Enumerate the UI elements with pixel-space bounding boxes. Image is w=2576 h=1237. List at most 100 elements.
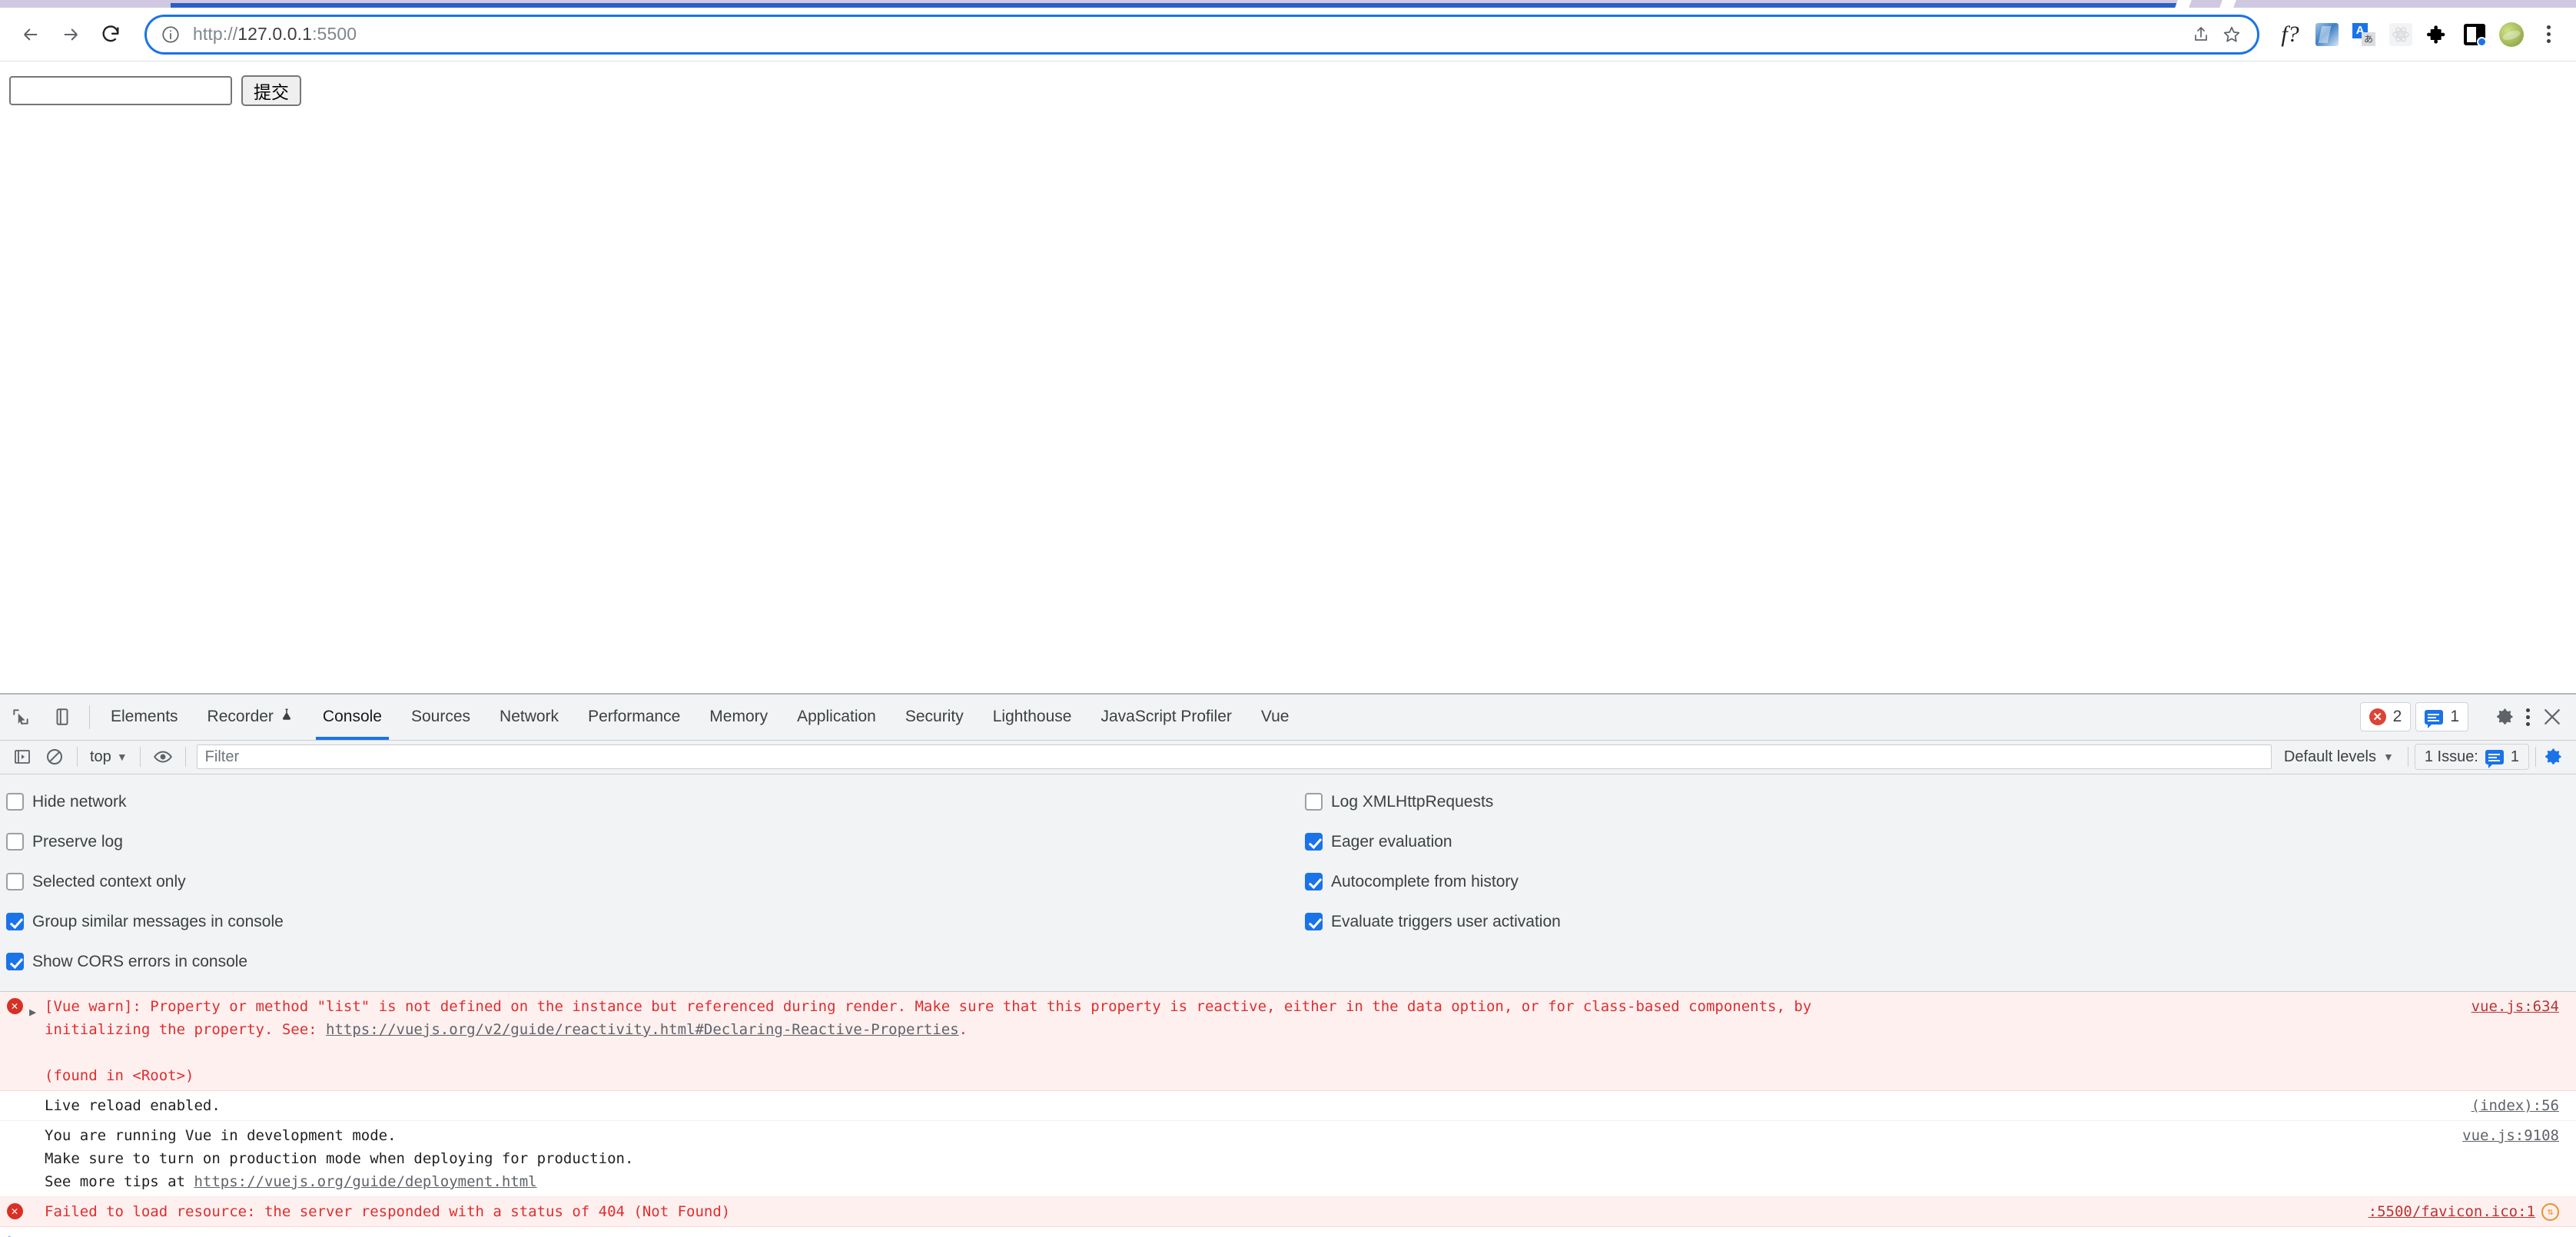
console-message-log[interactable]: Live reload enabled. (index):56 xyxy=(0,1091,2576,1121)
expand-arrow-icon[interactable]: ▶ xyxy=(29,995,45,1023)
context-selector[interactable]: top ▼ xyxy=(84,748,134,766)
checkbox[interactable] xyxy=(6,833,24,851)
setting-autocomplete-from-history[interactable]: Autocomplete from history xyxy=(1305,862,2576,902)
tab-security[interactable]: Security xyxy=(891,695,978,740)
fq-extension-label: f? xyxy=(2281,21,2299,47)
setting-group-similar-messages[interactable]: Group similar messages in console xyxy=(6,902,1299,942)
tab-performance[interactable]: Performance xyxy=(573,695,695,740)
live-expression-eye-icon[interactable] xyxy=(147,741,179,773)
setting-hide-network[interactable]: Hide network xyxy=(6,782,1299,822)
setting-label: Selected context only xyxy=(32,872,186,890)
source-link-text: :5500/favicon.ico:1 xyxy=(2368,1202,2535,1220)
console-message-error[interactable]: ✕ ▶ [Vue warn]: Property or method "list… xyxy=(0,991,2576,1091)
tab-strip xyxy=(0,0,2576,8)
source-link-vue-634[interactable]: vue.js:634 xyxy=(2471,995,2576,1018)
tab-recorder[interactable]: Recorder xyxy=(193,695,308,740)
checkbox[interactable] xyxy=(1305,913,1323,931)
translate-extension-icon[interactable]: A あ xyxy=(2347,18,2381,51)
reload-icon[interactable] xyxy=(91,15,131,55)
tab-label: Vue xyxy=(1260,708,1290,726)
tab-sources[interactable]: Sources xyxy=(397,695,485,740)
message-bubble-icon xyxy=(2485,749,2504,768)
error-gutter: ✕ xyxy=(0,1200,29,1219)
setting-selected-context-only[interactable]: Selected context only xyxy=(6,862,1299,902)
setting-show-cors-errors[interactable]: Show CORS errors in console xyxy=(6,942,1299,982)
vue-reactivity-docs-link[interactable]: https://vuejs.org/v2/guide/reactivity.ht… xyxy=(326,1021,959,1038)
device-toolbar-icon[interactable] xyxy=(41,695,83,740)
text-input[interactable] xyxy=(9,76,232,105)
tab-vue[interactable]: Vue xyxy=(1247,695,1304,740)
clear-console-icon[interactable] xyxy=(38,741,71,773)
checkbox[interactable] xyxy=(1305,793,1323,811)
image-extension-icon[interactable] xyxy=(2310,18,2344,51)
tab-network[interactable]: Network xyxy=(485,695,573,740)
setting-log-xmlhttprequests[interactable]: Log XMLHttpRequests xyxy=(1305,782,2576,822)
console-message-text: [Vue warn]: Property or method "list" is… xyxy=(45,995,2471,1087)
console-message-error[interactable]: ✕ Failed to load resource: the server re… xyxy=(0,1196,2576,1227)
issues-label: 1 Issue: xyxy=(2424,748,2478,765)
checkbox[interactable] xyxy=(6,873,24,891)
error-count-badge[interactable]: ✕ 2 xyxy=(2359,702,2412,732)
console-settings-gear-icon[interactable] xyxy=(2542,746,2564,768)
issues-badge[interactable]: 1 Issue: 1 xyxy=(2414,744,2529,771)
source-link-favicon[interactable]: :5500/favicon.ico:1 ⇅ xyxy=(2369,1200,2576,1223)
console-toolbar: top ▼ Default levels ▼ 1 Issue: 1 xyxy=(0,740,2576,774)
checkbox[interactable] xyxy=(6,913,24,931)
side-panel-icon[interactable] xyxy=(2458,18,2491,51)
context-selector-value: top xyxy=(90,748,111,765)
network-request-icon[interactable]: ⇅ xyxy=(2541,1202,2559,1221)
message-line-3: (found in <Root>) xyxy=(45,1066,194,1084)
checkbox[interactable] xyxy=(1305,833,1323,851)
address-bar[interactable]: http://127.0.0.1:5500 xyxy=(144,14,2259,55)
message-count-badge[interactable]: 1 xyxy=(2415,702,2468,732)
tab-label: Lighthouse xyxy=(992,708,1072,726)
profile-avatar[interactable] xyxy=(2495,18,2528,51)
active-tab[interactable] xyxy=(171,3,2176,8)
tab-application[interactable]: Application xyxy=(782,695,891,740)
checkbox[interactable] xyxy=(6,793,24,811)
site-information-icon[interactable] xyxy=(161,25,181,45)
fq-extension-icon[interactable]: f? xyxy=(2273,18,2307,51)
react-devtools-icon[interactable] xyxy=(2384,18,2418,51)
submit-button[interactable]: 提交 xyxy=(241,75,301,106)
tab-elements[interactable]: Elements xyxy=(96,695,193,740)
tab-label: Memory xyxy=(709,708,768,726)
tab-memory[interactable]: Memory xyxy=(695,695,782,740)
console-message-text: Live reload enabled. xyxy=(45,1096,221,1114)
setting-preserve-log[interactable]: Preserve log xyxy=(6,822,1299,862)
chrome-menu-kebab-icon[interactable] xyxy=(2531,18,2565,51)
checkbox[interactable] xyxy=(6,953,24,971)
back-icon[interactable] xyxy=(11,15,51,55)
tab-lighthouse[interactable]: Lighthouse xyxy=(978,695,1087,740)
log-levels-selector[interactable]: Default levels ▼ xyxy=(2276,748,2402,766)
source-link-index-56[interactable]: (index):56 xyxy=(2471,1094,2576,1117)
console-sidebar-toggle-icon[interactable] xyxy=(6,741,38,773)
settings-gear-icon[interactable] xyxy=(2494,706,2515,728)
forward-icon[interactable] xyxy=(51,15,91,55)
tab-console[interactable]: Console xyxy=(308,695,397,740)
devtools-tabs: Elements Recorder Console Sources Networ… xyxy=(96,695,1303,740)
console-settings-right-column: Log XMLHttpRequests Eager evaluation Aut… xyxy=(1299,782,2576,982)
console-message-log[interactable]: You are running Vue in development mode.… xyxy=(0,1121,2576,1197)
message-line-1: You are running Vue in development mode. xyxy=(45,1126,397,1144)
source-link-vue-9108[interactable]: vue.js:9108 xyxy=(2462,1124,2576,1147)
error-gutter: ✕ xyxy=(0,995,29,1014)
setting-evaluate-triggers-user-activation[interactable]: Evaluate triggers user activation xyxy=(1305,902,2576,942)
extensions-puzzle-icon[interactable] xyxy=(2421,18,2455,51)
console-message-text: You are running Vue in development mode.… xyxy=(45,1124,2462,1193)
setting-eager-evaluation[interactable]: Eager evaluation xyxy=(1305,822,2576,862)
share-icon[interactable] xyxy=(2189,23,2213,46)
inspect-element-icon[interactable] xyxy=(0,695,41,740)
log-spacer xyxy=(29,1200,45,1205)
console-filter-input[interactable] xyxy=(196,745,2272,770)
close-devtools-icon[interactable] xyxy=(2541,705,2564,728)
issues-count-value: 1 xyxy=(2510,748,2519,765)
console-prompt[interactable]: > xyxy=(0,1227,2576,1237)
tab-label: Performance xyxy=(588,708,681,726)
bookmark-star-icon[interactable] xyxy=(2220,23,2243,46)
tab-javascript-profiler[interactable]: JavaScript Profiler xyxy=(1086,695,1246,740)
checkbox[interactable] xyxy=(1305,873,1323,891)
url-scheme: http:// xyxy=(193,24,238,44)
vue-deployment-docs-link[interactable]: https://vuejs.org/guide/deployment.html xyxy=(194,1173,536,1190)
devtools-more-kebab-icon[interactable] xyxy=(2526,702,2530,731)
